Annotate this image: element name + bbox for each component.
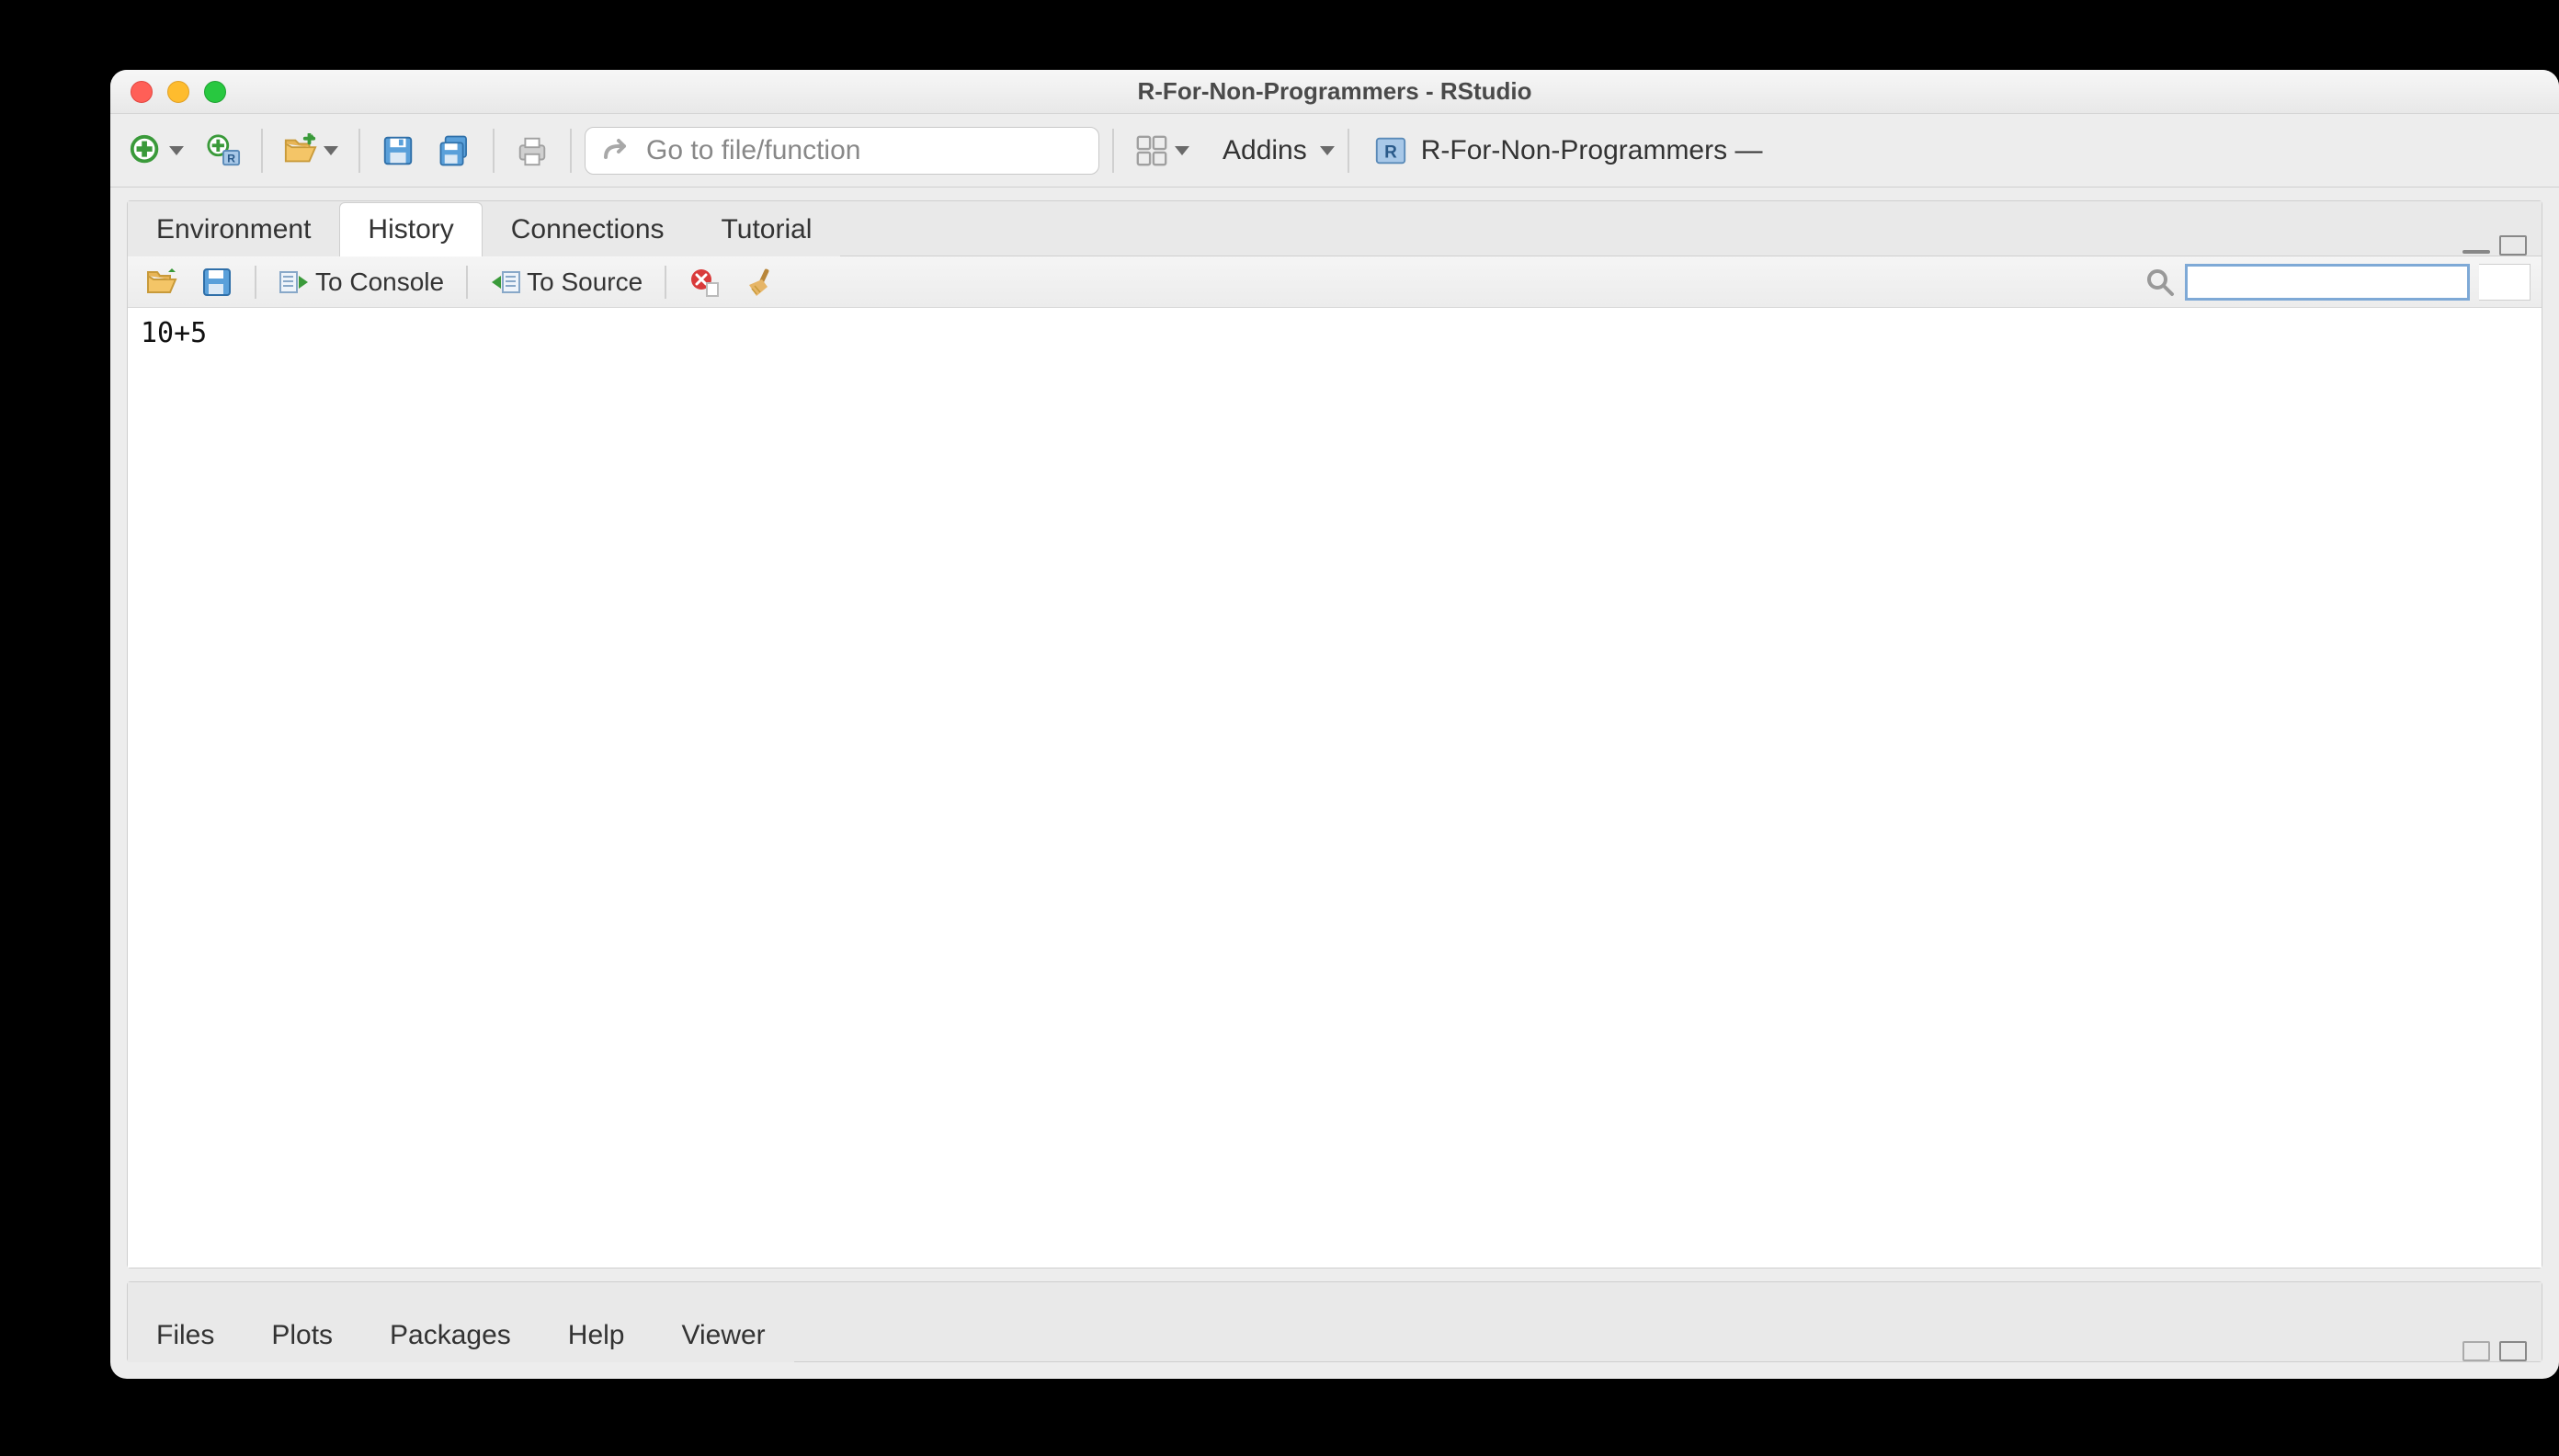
save-button[interactable] [373, 129, 423, 173]
arrow-icon [602, 135, 633, 166]
tab-tutorial[interactable]: Tutorial [693, 202, 841, 256]
caret-down-icon [1320, 146, 1335, 155]
save-icon [201, 267, 233, 298]
bottom-pane: Files Plots Packages Help Viewer [127, 1281, 2542, 1362]
print-icon [515, 133, 550, 168]
maximize-pane-icon[interactable] [2499, 1341, 2527, 1361]
to-console-button[interactable]: To Console [271, 263, 451, 301]
tab-help[interactable]: Help [540, 1308, 654, 1362]
to-source-label: To Source [527, 267, 643, 297]
delete-icon [688, 267, 720, 298]
open-file-button[interactable] [276, 129, 346, 173]
new-file-button[interactable] [121, 129, 191, 173]
caret-down-icon [324, 146, 338, 155]
caret-down-icon [169, 146, 184, 155]
history-content[interactable]: 10+5 [128, 308, 2542, 1268]
to-console-label: To Console [315, 267, 444, 297]
history-toolbar: To Console To Source [128, 256, 2542, 308]
project-menu[interactable]: R R-For-Non-Programmers — [1373, 133, 1763, 168]
folder-open-icon [283, 133, 318, 168]
to-console-icon [279, 267, 310, 298]
save-all-icon [438, 133, 472, 168]
restore-pane-icon[interactable] [2462, 1341, 2490, 1361]
toolbar-separator [261, 129, 263, 173]
top-pane-tabs: Environment History Connections Tutorial [128, 201, 2542, 256]
minimize-pane-icon[interactable] [2462, 250, 2490, 254]
toolbar-separator [1112, 129, 1114, 173]
toolbar-separator [255, 266, 256, 299]
top-pane: Environment History Connections Tutorial [127, 200, 2542, 1268]
bottom-pane-tabs: Files Plots Packages Help Viewer [128, 1282, 2542, 1361]
history-entry[interactable]: 10+5 [141, 317, 2529, 349]
history-search [2144, 264, 2531, 301]
broom-icon [744, 267, 775, 298]
goto-placeholder: Go to file/function [646, 135, 860, 166]
pane-area: Environment History Connections Tutorial [110, 188, 2559, 1379]
load-history-button[interactable] [139, 263, 185, 301]
save-history-button[interactable] [194, 263, 240, 301]
maximize-pane-icon[interactable] [2499, 235, 2527, 256]
window-title: R-For-Non-Programmers - RStudio [110, 77, 2559, 106]
to-source-button[interactable]: To Source [483, 263, 650, 301]
toolbar-separator [358, 129, 360, 173]
folder-open-icon [146, 267, 177, 298]
tab-connections[interactable]: Connections [483, 202, 693, 256]
new-project-button[interactable]: R [199, 129, 248, 173]
tab-viewer[interactable]: Viewer [654, 1308, 794, 1362]
search-icon [2144, 267, 2176, 298]
remove-entries-button[interactable] [681, 263, 727, 301]
toolbar-separator [466, 266, 468, 299]
rstudio-window: R-For-Non-Programmers - RStudio R [110, 70, 2559, 1379]
addins-label: Addins [1223, 135, 1307, 166]
addins-menu[interactable]: Addins [1223, 135, 1335, 166]
workspace-panes-button[interactable] [1127, 129, 1197, 173]
svg-text:R: R [1384, 142, 1397, 162]
save-icon [381, 133, 415, 168]
svg-text:R: R [227, 152, 235, 165]
tab-files[interactable]: Files [128, 1308, 243, 1362]
plus-project-icon: R [206, 133, 241, 168]
goto-file-function-input[interactable]: Go to file/function [585, 127, 1099, 175]
titlebar: R-For-Non-Programmers - RStudio [110, 70, 2559, 114]
print-button[interactable] [507, 129, 557, 173]
tab-history[interactable]: History [339, 202, 482, 256]
toolbar-separator [493, 129, 495, 173]
history-search-input[interactable] [2185, 264, 2470, 301]
project-icon: R [1373, 133, 1408, 168]
tab-environment[interactable]: Environment [128, 202, 339, 256]
save-all-button[interactable] [430, 129, 480, 173]
toolbar-separator [665, 266, 666, 299]
history-search-extra[interactable] [2479, 264, 2531, 301]
toolbar-separator [570, 129, 572, 173]
grid-icon [1134, 133, 1169, 168]
clear-history-button[interactable] [736, 263, 782, 301]
pane-window-controls [2462, 235, 2542, 256]
toolbar-separator [1348, 129, 1349, 173]
project-label: R-For-Non-Programmers — [1421, 135, 1763, 166]
pane-window-controls [2462, 1341, 2542, 1361]
main-toolbar: R [110, 114, 2559, 188]
to-source-icon [490, 267, 521, 298]
caret-down-icon [1175, 146, 1189, 155]
tab-plots[interactable]: Plots [243, 1308, 361, 1362]
tab-packages[interactable]: Packages [361, 1308, 540, 1362]
plus-document-icon [129, 133, 164, 168]
